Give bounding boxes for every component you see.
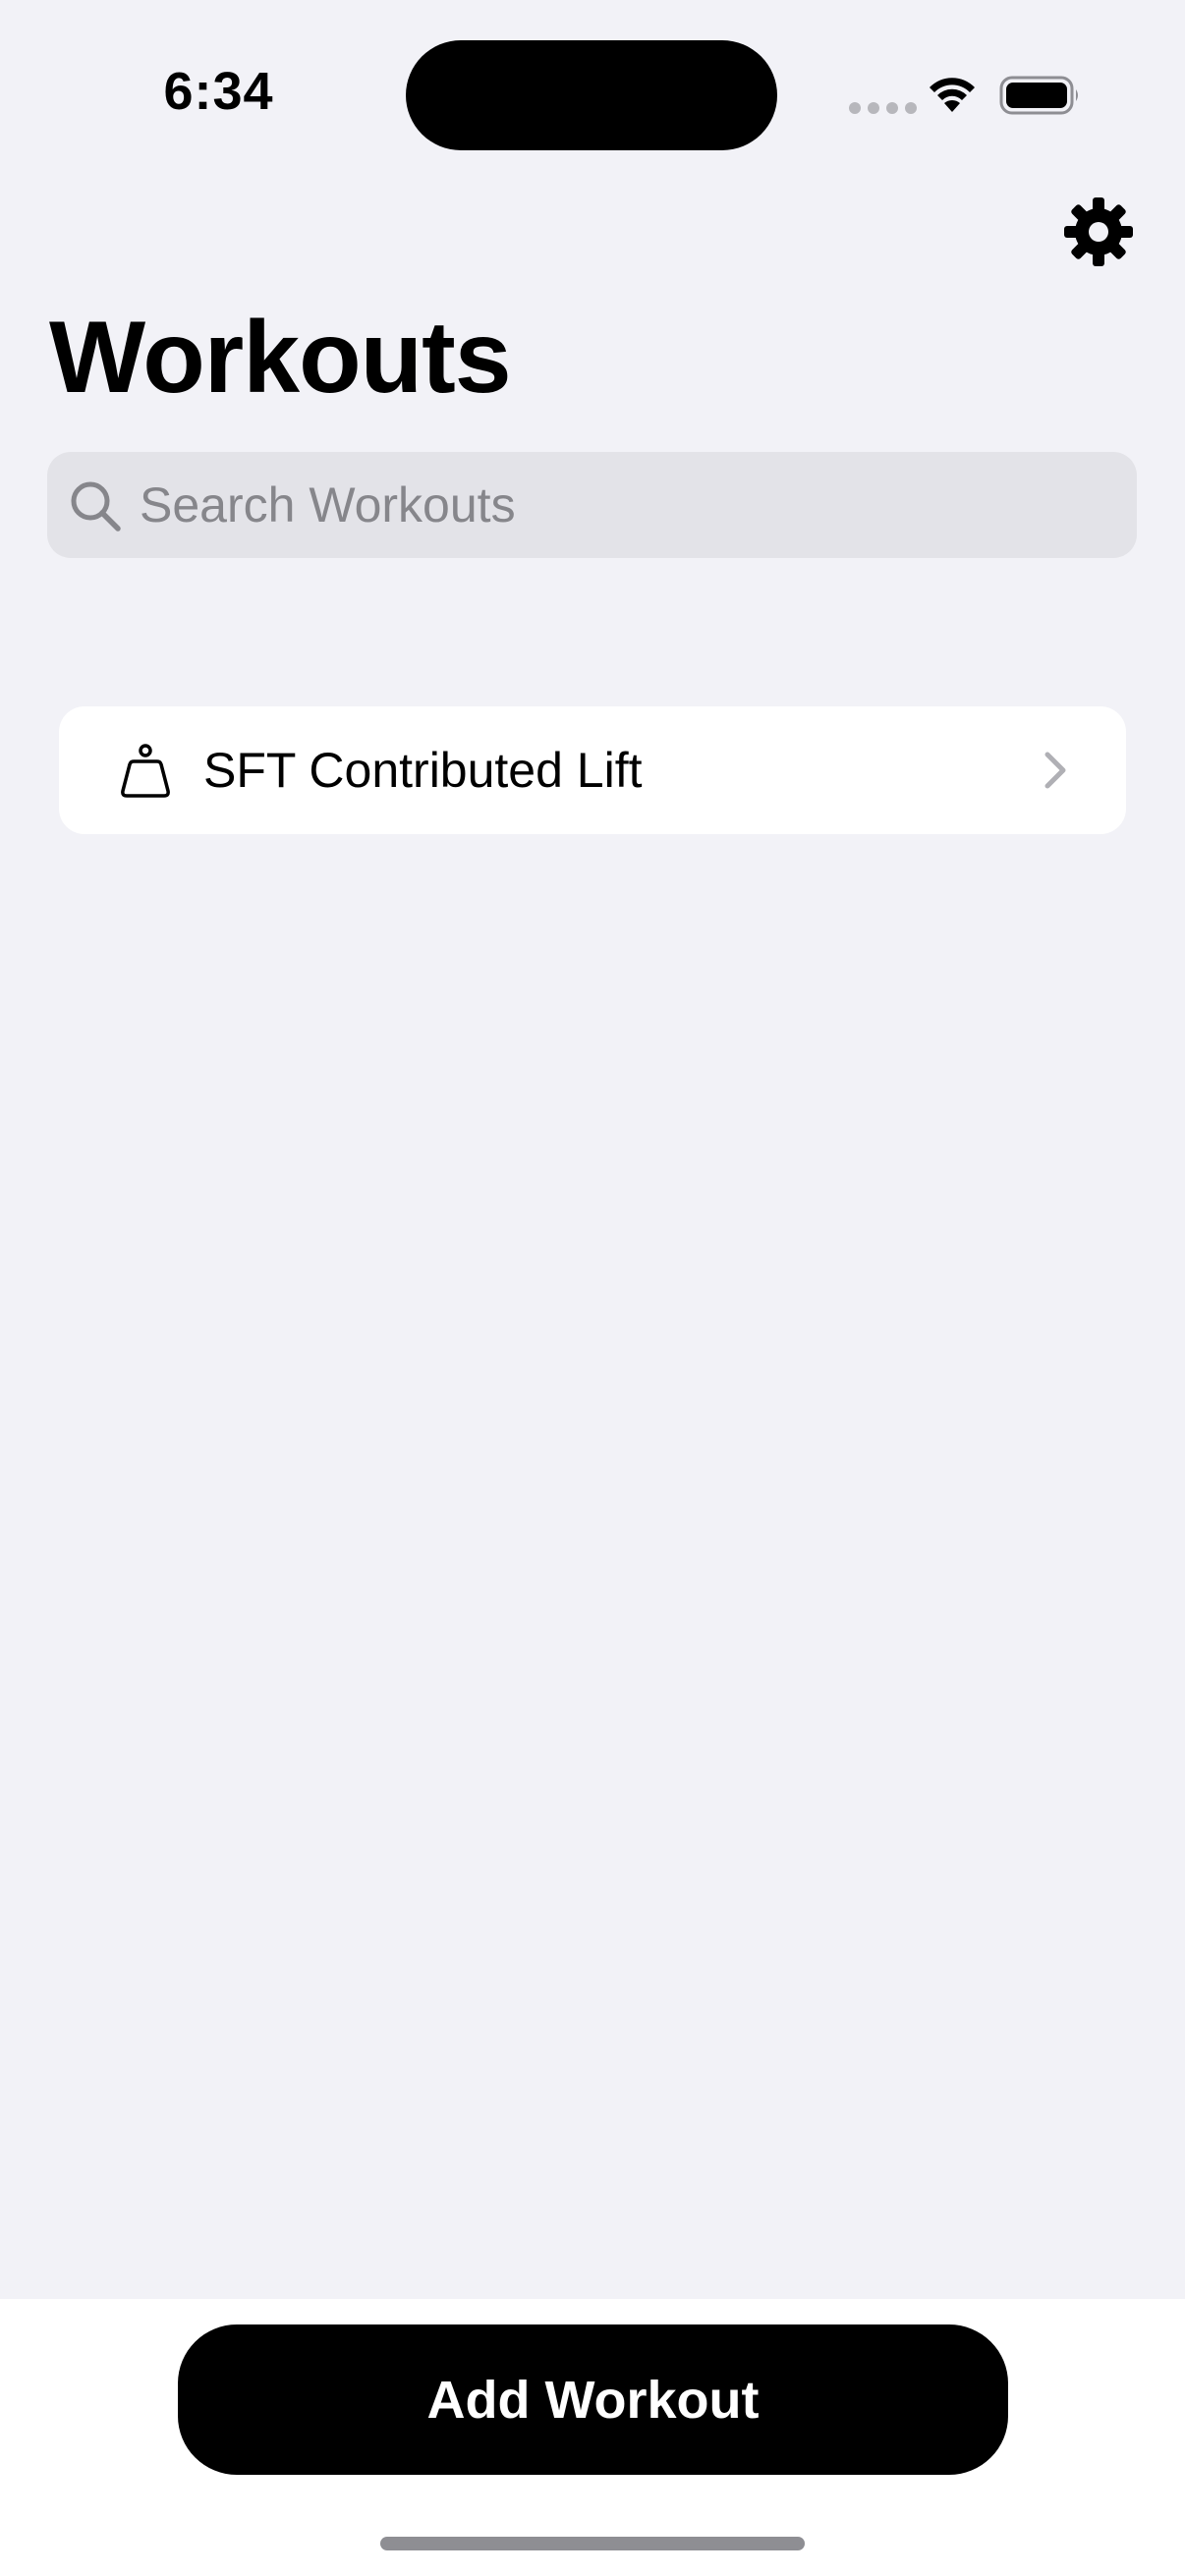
kettlebell-icon	[121, 744, 170, 798]
dynamic-island	[406, 40, 777, 150]
chevron-right-icon	[1044, 752, 1066, 789]
wifi-icon	[930, 78, 975, 112]
gear-icon	[1064, 197, 1133, 266]
workout-name: SFT Contributed Lift	[203, 743, 643, 798]
page-title: Workouts	[49, 301, 512, 415]
search-bar[interactable]	[47, 452, 1137, 558]
status-time: 6:34	[163, 62, 274, 121]
battery-icon	[999, 76, 1078, 115]
workouts-screen: 6:34 Workouts Search Workouts SFT Contri…	[0, 0, 1185, 2576]
cellular-signal-icon	[849, 102, 917, 114]
search-input[interactable]	[140, 452, 1112, 558]
add-workout-button[interactable]: Add Workout	[178, 2324, 1008, 2475]
home-indicator[interactable]	[380, 2537, 805, 2550]
search-icon	[71, 481, 121, 532]
workout-row-sft-contributed-lift[interactable]: SFT Contributed Lift	[59, 706, 1126, 834]
settings-button[interactable]	[1061, 195, 1136, 269]
